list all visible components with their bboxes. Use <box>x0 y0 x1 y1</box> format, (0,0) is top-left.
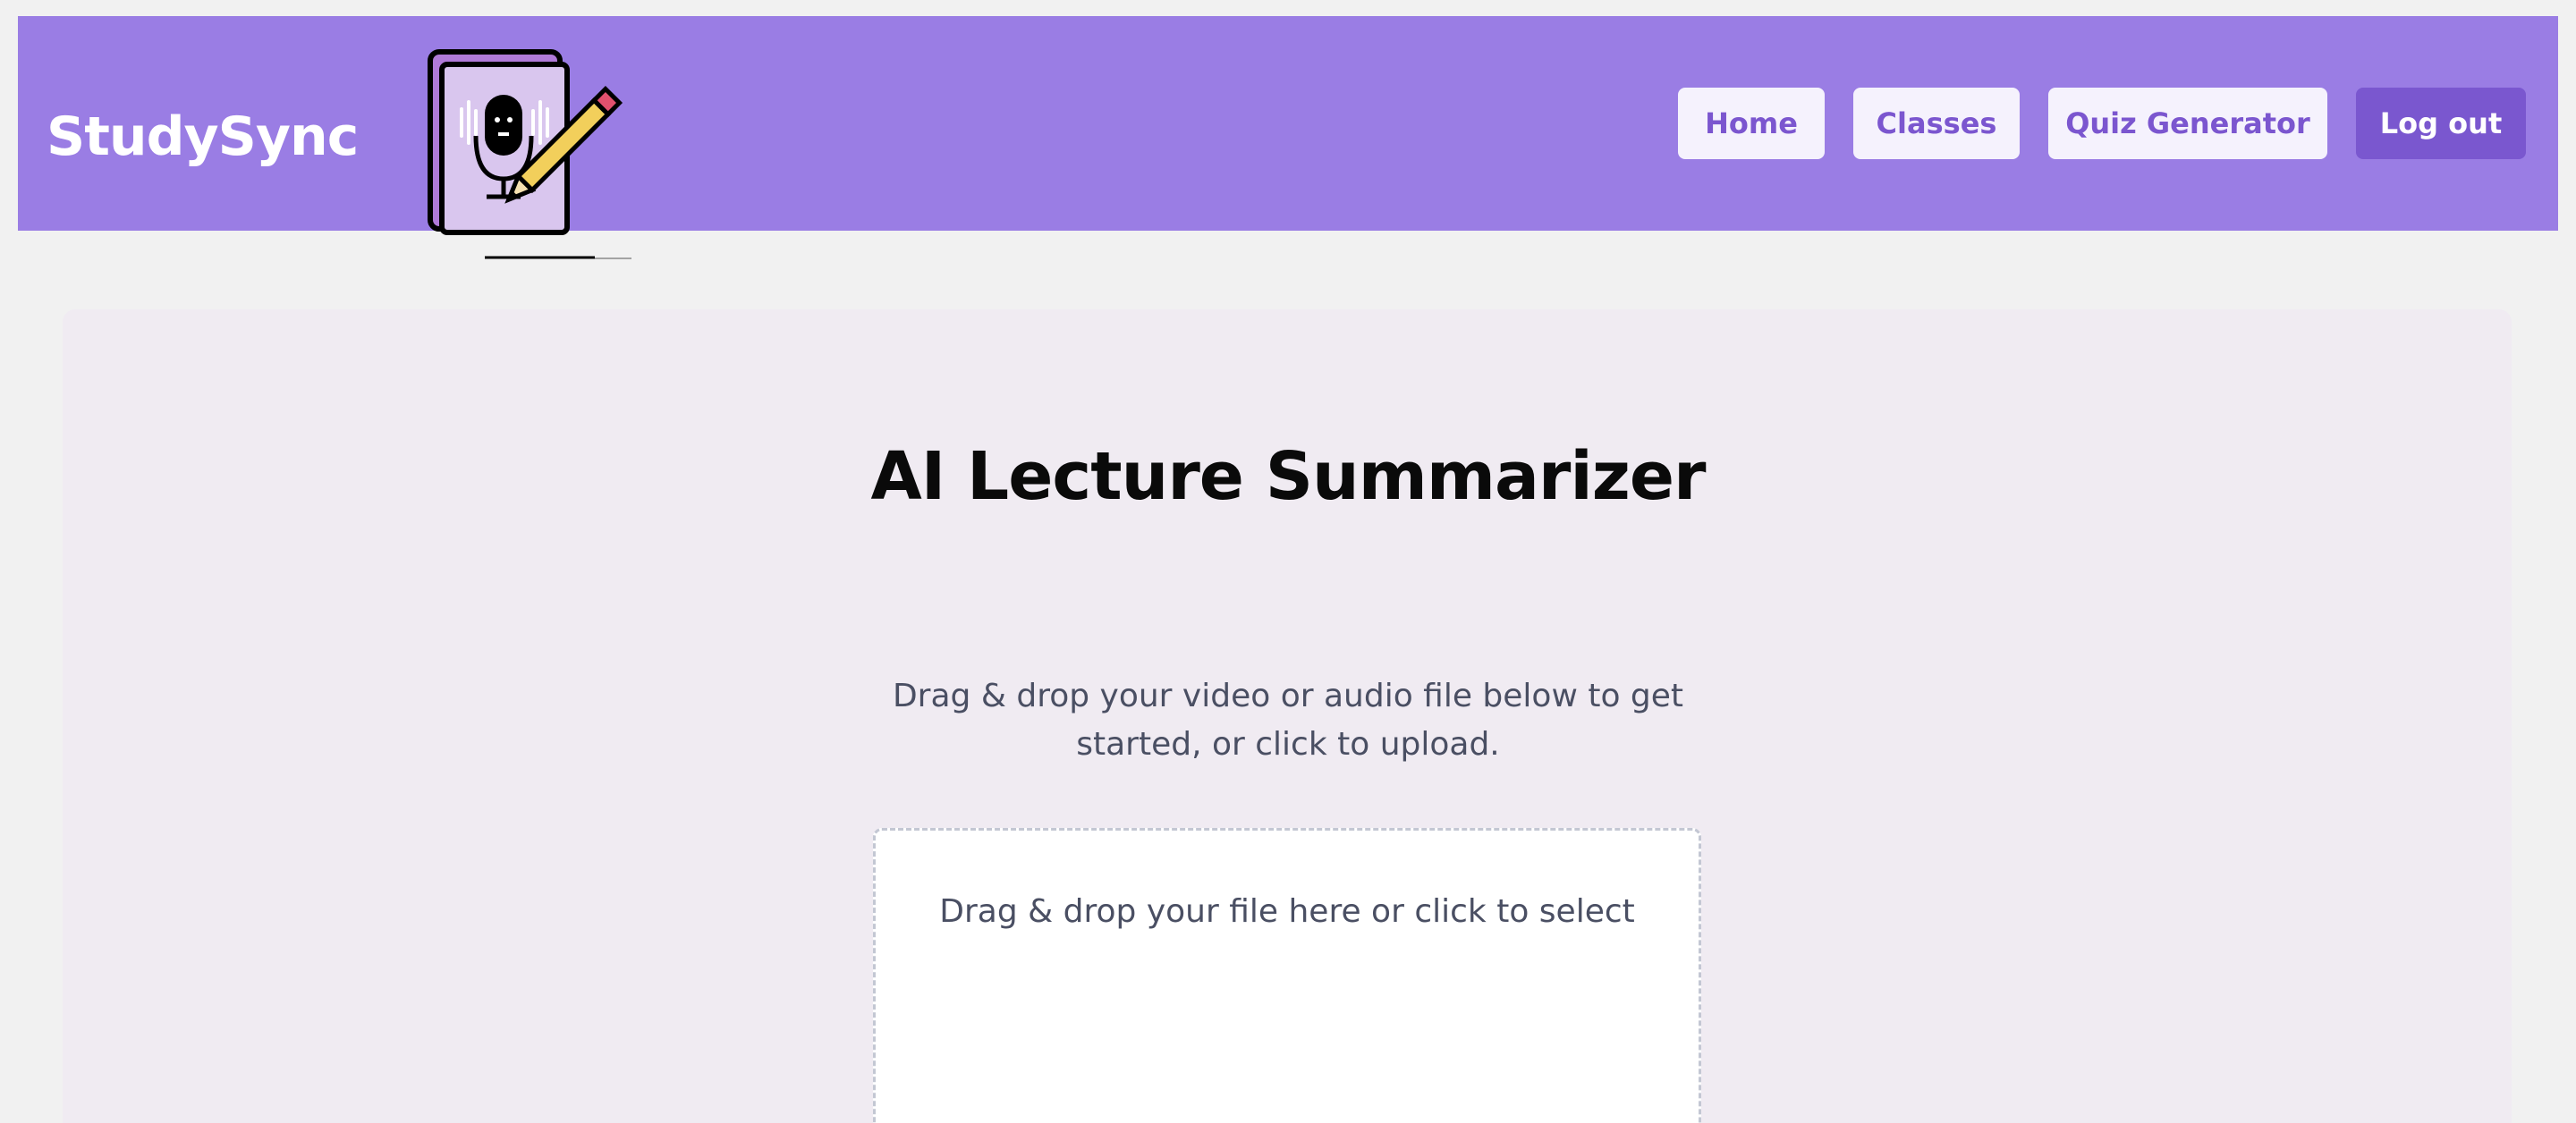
upload-instructions: Drag & drop your video or audio file bel… <box>892 678 1684 763</box>
nav-home-button[interactable]: Home <box>1678 88 1825 159</box>
page-title: AI Lecture Summarizer <box>870 438 1706 515</box>
dropzone-label: Drag & drop your file here or click to s… <box>939 893 1635 930</box>
nav-classes-button[interactable]: Classes <box>1853 88 2020 159</box>
logout-button[interactable]: Log out <box>2356 88 2526 159</box>
brand-name[interactable]: StudySync <box>47 106 359 168</box>
notebook-microphone-logo-icon <box>428 49 631 259</box>
file-dropzone[interactable]: Drag & drop your file here or click to s… <box>873 828 1701 1123</box>
nav-quiz-generator-button[interactable]: Quiz Generator <box>2048 88 2327 159</box>
top-navbar: StudySync Home Classes Quiz Generator Lo… <box>18 16 2558 259</box>
